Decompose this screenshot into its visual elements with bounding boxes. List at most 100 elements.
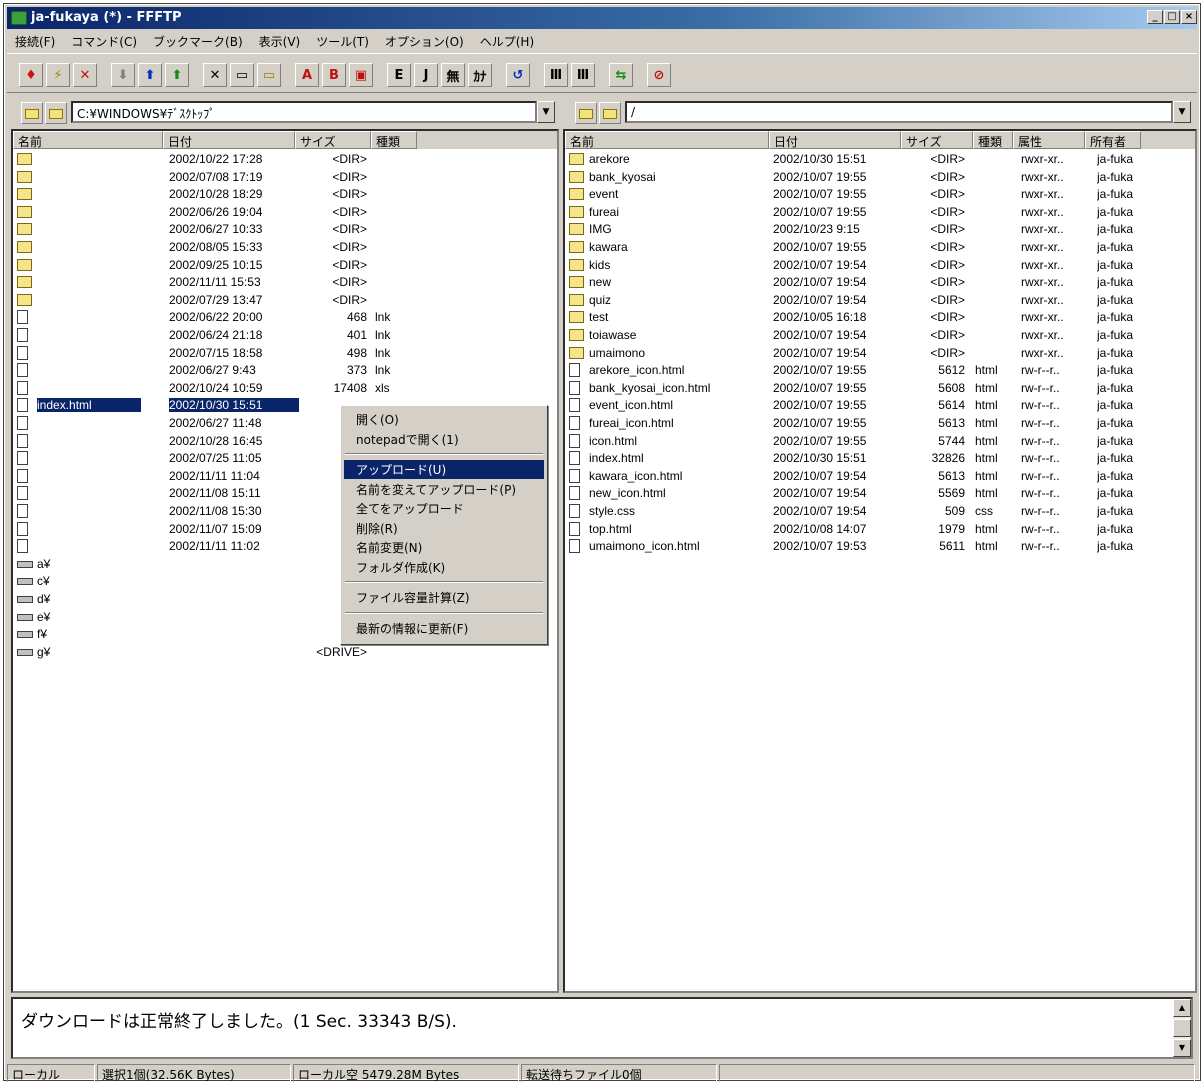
column-header[interactable]: サイズ <box>295 131 371 149</box>
file-row[interactable]: 2002/09/25 10:15 <DIR> <box>13 257 557 274</box>
context-menu-item[interactable]: フォルダ作成(K) <box>344 558 544 577</box>
menu-item[interactable]: ヘルプ(H) <box>472 31 542 52</box>
file-row[interactable]: 2002/07/15 18:58 498 lnk <box>13 345 557 362</box>
context-menu-item[interactable]: notepadで開く(1) <box>344 430 544 449</box>
kana-convert-button[interactable]: ｶﾅ <box>468 63 492 87</box>
local-path-dropdown[interactable]: ▼ <box>537 101 555 123</box>
column-header[interactable]: 日付 <box>769 131 901 149</box>
context-menu-item[interactable]: 最新の情報に更新(F) <box>344 619 544 638</box>
list-view-button[interactable]: Ⅲ <box>544 63 568 87</box>
file-row[interactable]: new 2002/10/07 19:54 <DIR> rwxr-xr.. ja-fuka <box>565 274 1195 291</box>
rename-button[interactable]: ▭ <box>230 63 254 87</box>
remote-path-dropdown[interactable]: ▼ <box>1173 101 1191 123</box>
file-row[interactable]: bank_kyosai_icon.html 2002/10/07 19:55 560… <box>565 380 1195 397</box>
context-menu-item[interactable]: 名前を変えてアップロード(P) <box>344 480 544 499</box>
file-row[interactable]: 2002/10/22 17:28 <DIR> <box>13 151 557 168</box>
column-header[interactable]: 所有者 <box>1085 131 1141 149</box>
file-row[interactable]: test 2002/10/05 16:18 <DIR> rwxr-xr.. ja-fuk… <box>565 309 1195 326</box>
file-row[interactable]: toiawase 2002/10/07 19:54 <DIR> rwxr-xr.. ja… <box>565 327 1195 344</box>
file-row[interactable]: index.html 2002/10/30 15:51 32826 html rw-r-… <box>565 450 1195 467</box>
context-menu-item[interactable]: ファイル容量計算(Z) <box>344 588 544 607</box>
minimize-button[interactable]: _ <box>1147 10 1163 24</box>
column-header[interactable]: 属性 <box>1013 131 1085 149</box>
delete-button[interactable]: ✕ <box>203 63 227 87</box>
column-header[interactable]: 名前 <box>13 131 163 149</box>
context-menu-item[interactable]: 削除(R) <box>344 519 544 538</box>
scroll-up-icon[interactable]: ▲ <box>1173 999 1191 1017</box>
mkdir-button[interactable]: ▭ <box>257 63 281 87</box>
file-row[interactable]: fureai_icon.html 2002/10/07 19:55 5613 html… <box>565 415 1195 432</box>
file-row[interactable]: umaimono 2002/10/07 19:54 <DIR> rwxr-xr.. ja… <box>565 345 1195 362</box>
log-scrollbar[interactable]: ▲ ▼ <box>1173 999 1191 1057</box>
binary-mode-button[interactable]: B <box>322 63 346 87</box>
column-header[interactable]: 日付 <box>163 131 295 149</box>
file-row[interactable]: icon.html 2002/10/07 19:55 5744 html rw-r--r… <box>565 433 1195 450</box>
scroll-thumb[interactable] <box>1173 1019 1191 1037</box>
column-header[interactable]: 種類 <box>371 131 417 149</box>
remote-file-list[interactable]: 名前 日付 サイズ 種類 属性 所有者 arekore 2002/10/30 15:51 <D… <box>563 129 1197 993</box>
file-row[interactable]: 2002/08/05 15:33 <DIR> <box>13 239 557 256</box>
remote-path-input[interactable]: / <box>625 101 1173 123</box>
download-button[interactable]: ⬇ <box>111 63 135 87</box>
file-row[interactable]: 2002/07/08 17:19 <DIR> <box>13 169 557 186</box>
menu-item[interactable]: コマンド(C) <box>63 31 145 52</box>
file-row[interactable]: 2002/10/28 18:29 <DIR> <box>13 186 557 203</box>
file-row[interactable]: 2002/11/11 15:53 <DIR> <box>13 274 557 291</box>
context-menu-item[interactable]: アップロード(U) <box>344 460 544 479</box>
mirror-upload-button[interactable]: ⬆ <box>165 63 189 87</box>
context-menu-item[interactable]: 全てをアップロード <box>344 499 544 518</box>
file-row[interactable]: 2002/06/27 9:43 373 lnk <box>13 362 557 379</box>
menu-item[interactable]: オプション(O) <box>377 31 472 52</box>
local-folder-up-button[interactable] <box>21 102 43 124</box>
file-row[interactable]: bank_kyosai 2002/10/07 19:55 <DIR> rwxr-xr.… <box>565 169 1195 186</box>
file-row[interactable]: event_icon.html 2002/10/07 19:55 5614 html r… <box>565 397 1195 414</box>
sync-folder-button[interactable]: ⇆ <box>609 63 633 87</box>
column-header[interactable]: 名前 <box>565 131 769 149</box>
auto-mode-button[interactable]: ▣ <box>349 63 373 87</box>
menu-item[interactable]: ブックマーク(B) <box>145 31 251 52</box>
file-row[interactable]: g¥ <DRIVE> <box>13 644 557 661</box>
file-row[interactable]: quiz 2002/10/07 19:54 <DIR> rwxr-xr.. ja-fuk… <box>565 292 1195 309</box>
file-row[interactable]: kawara 2002/10/07 19:55 <DIR> rwxr-xr.. ja-f… <box>565 239 1195 256</box>
maximize-button[interactable]: □ <box>1164 10 1180 24</box>
local-path-input[interactable]: C:¥WINDOWS¥ﾃﾞｽｸﾄｯﾌﾟ <box>71 101 537 123</box>
context-menu-item[interactable]: 名前変更(N) <box>344 538 544 557</box>
ascii-mode-button[interactable]: A <box>295 63 319 87</box>
menu-item[interactable]: ツール(T) <box>308 31 377 52</box>
file-row[interactable]: new_icon.html 2002/10/07 19:54 5569 html rw-… <box>565 485 1195 502</box>
kanji-jis-button[interactable]: J <box>414 63 438 87</box>
file-row[interactable]: event 2002/10/07 19:55 <DIR> rwxr-xr.. ja-fu… <box>565 186 1195 203</box>
upload-button[interactable]: ⬆ <box>138 63 162 87</box>
file-row[interactable]: 2002/06/26 19:04 <DIR> <box>13 204 557 221</box>
scroll-down-icon[interactable]: ▼ <box>1173 1039 1191 1057</box>
refresh-button[interactable]: ↺ <box>506 63 530 87</box>
stop-button[interactable]: ⊘ <box>647 63 671 87</box>
file-row[interactable]: kawara_icon.html 2002/10/07 19:54 5613 html… <box>565 468 1195 485</box>
file-row[interactable]: 2002/07/29 13:47 <DIR> <box>13 292 557 309</box>
file-row[interactable]: 2002/06/27 10:33 <DIR> <box>13 221 557 238</box>
remote-folder-up-button[interactable] <box>575 102 597 124</box>
file-row[interactable]: 2002/10/24 10:59 17408 xls <box>13 380 557 397</box>
title-bar[interactable]: ja-fukaya (*) - FFFTP _ □ × <box>7 7 1197 29</box>
file-row[interactable]: kids 2002/10/07 19:54 <DIR> rwxr-xr.. ja-fuk… <box>565 257 1195 274</box>
menu-item[interactable]: 接続(F) <box>7 31 63 52</box>
file-row[interactable]: style.css 2002/10/07 19:54 509 css rw-r--r..… <box>565 503 1195 520</box>
file-row[interactable]: top.html 2002/10/08 14:07 1979 html rw-r--r.… <box>565 521 1195 538</box>
file-row[interactable]: 2002/06/22 20:00 468 lnk <box>13 309 557 326</box>
column-header[interactable]: 種類 <box>973 131 1013 149</box>
detail-view-button[interactable]: Ⅲ <box>571 63 595 87</box>
kanji-euc-button[interactable]: E <box>387 63 411 87</box>
kanji-none-button[interactable]: 無 <box>441 63 465 87</box>
file-row[interactable]: arekore_icon.html 2002/10/07 19:55 5612 htm… <box>565 362 1195 379</box>
menu-item[interactable]: 表示(V) <box>251 31 309 52</box>
context-menu-item[interactable]: 開く(O) <box>344 410 544 429</box>
quick-connect-button[interactable]: ⚡ <box>46 63 70 87</box>
connect-button[interactable]: ♦ <box>19 63 43 87</box>
file-row[interactable]: arekore 2002/10/30 15:51 <DIR> rwxr-xr.. ja-… <box>565 151 1195 168</box>
remote-open-folder-button[interactable] <box>599 102 621 124</box>
column-header[interactable]: サイズ <box>901 131 973 149</box>
file-row[interactable]: IMG 2002/10/23 9:15 <DIR> rwxr-xr.. ja-fuka <box>565 221 1195 238</box>
disconnect-button[interactable]: ✕ <box>73 63 97 87</box>
close-button[interactable]: × <box>1181 10 1197 24</box>
file-row[interactable]: fureai 2002/10/07 19:55 <DIR> rwxr-xr.. ja-f… <box>565 204 1195 221</box>
